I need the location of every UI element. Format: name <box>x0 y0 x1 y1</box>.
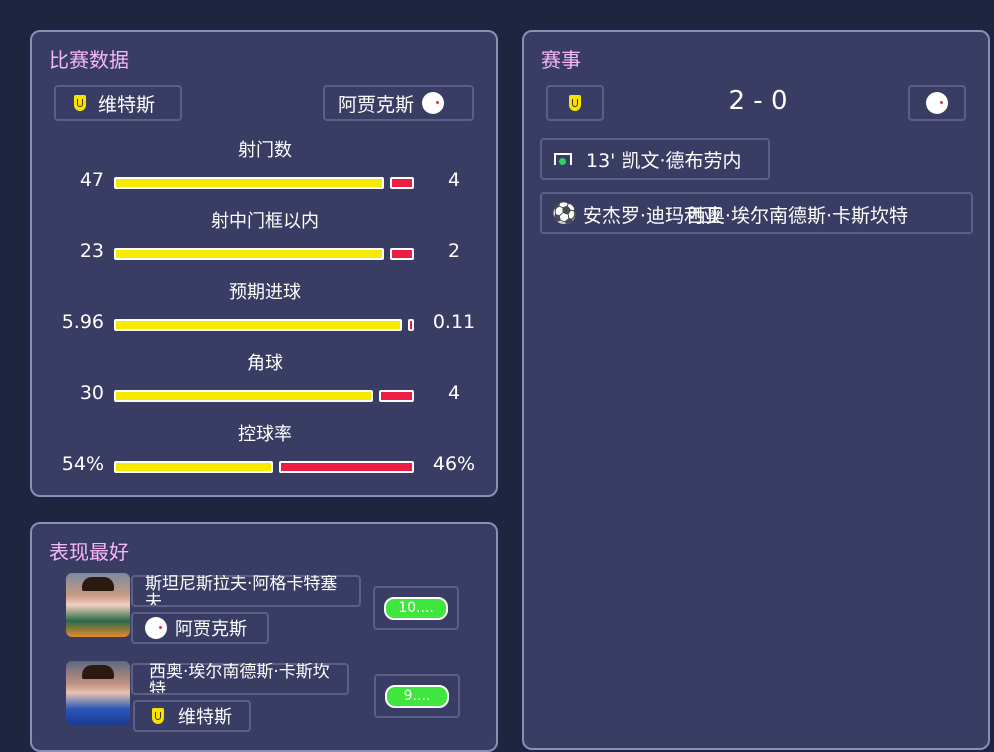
vitesse-badge-icon <box>152 708 164 724</box>
home-team-name: 维特斯 <box>98 93 156 116</box>
stat-away-value: 0.11 <box>432 311 476 333</box>
away-team-name: 阿贾克斯 <box>338 93 415 116</box>
stat-label: 预期进球 <box>229 282 301 303</box>
stat-home-value: 54% <box>61 453 104 475</box>
stat-away-value: 4 <box>447 382 461 404</box>
player-team-pill[interactable]: 维特斯 <box>133 700 251 732</box>
stat-away-bar <box>390 177 414 189</box>
stat-away-value: 2 <box>447 240 461 262</box>
stat-label: 射门数 <box>238 140 292 161</box>
player-name-pill: 西奥·埃尔南德斯·卡斯坎特 <box>131 663 349 695</box>
vitesse-badge-icon <box>569 95 581 111</box>
stat-home-value: 47 <box>79 169 104 191</box>
stat-label: 射中门框以内 <box>211 211 319 232</box>
stat-away-bar <box>279 461 414 473</box>
ajax-badge-icon <box>926 92 948 114</box>
match-stats-title: 比赛数据 <box>49 48 129 72</box>
stat-label: 角球 <box>247 353 283 374</box>
best-performers-panel: 表现最好 斯坦尼斯拉夫·阿格卡特塞夫 阿贾克斯 10.... 西奥·埃尔南德斯·… <box>30 522 498 752</box>
player-name-pill: 斯坦尼斯拉夫·阿格卡特塞夫 <box>131 575 361 607</box>
match-score: 2 - 0 <box>728 86 788 116</box>
stat-home-bar <box>114 248 384 260</box>
player-avatar[interactable] <box>66 661 130 725</box>
event-item-substitution[interactable]: ⚽ 安杰罗·迪玛利亚 西奥·埃尔南德斯·卡斯坎特 <box>540 192 973 234</box>
soccer-ball-icon: ⚽ <box>552 201 577 225</box>
events-title: 赛事 <box>541 48 581 72</box>
stat-home-bar <box>114 390 373 402</box>
goal-net-icon <box>554 153 572 165</box>
rating-pill[interactable]: 9.... <box>374 674 460 718</box>
away-team-badge-pill[interactable] <box>908 85 966 121</box>
stat-home-bar <box>114 177 384 189</box>
rating-pill[interactable]: 10.... <box>373 586 459 630</box>
stat-away-bar <box>390 248 414 260</box>
stat-away-bar <box>379 390 414 402</box>
home-team-pill[interactable]: 维特斯 <box>54 85 182 121</box>
player-rating: 9.... <box>385 684 449 708</box>
event-player-in: 西奥·埃尔南德斯·卡斯坎特 <box>686 205 908 227</box>
stat-home-value: 23 <box>79 240 104 262</box>
stat-home-value: 30 <box>79 382 104 404</box>
stat-label: 控球率 <box>238 424 292 445</box>
player-team-name: 维特斯 <box>178 707 232 728</box>
away-team-pill[interactable]: 阿贾克斯 <box>323 85 474 121</box>
stat-home-value: 5.96 <box>61 311 104 333</box>
match-stats-panel: 比赛数据 维特斯 阿贾克斯 射门数 47 4 射中门框以内 23 2 预期进球 5.96 0.1… <box>30 30 498 497</box>
home-team-badge-pill[interactable] <box>546 85 604 121</box>
player-rating: 10.... <box>384 596 448 620</box>
player-team-name: 阿贾克斯 <box>175 619 247 640</box>
event-goal-text: 13' 凯文·德布劳内 <box>586 149 742 172</box>
best-performers-title: 表现最好 <box>49 540 129 564</box>
ajax-badge-icon <box>422 92 445 114</box>
player-team-pill[interactable]: 阿贾克斯 <box>131 612 269 644</box>
stat-home-bar <box>114 461 273 473</box>
events-panel: 赛事 2 - 0 13' 凯文·德布劳内 ⚽ 安杰罗·迪玛利亚 西奥·埃尔南德斯… <box>522 30 990 750</box>
player-name: 西奥·埃尔南德斯·卡斯坎特 <box>149 663 330 693</box>
event-item-goal[interactable]: 13' 凯文·德布劳内 <box>540 138 770 180</box>
stat-away-bar <box>408 319 414 331</box>
stat-home-bar <box>114 319 402 331</box>
ajax-badge-icon <box>145 617 167 639</box>
player-name: 斯坦尼斯拉夫·阿格卡特塞夫 <box>145 575 338 605</box>
stat-away-value: 46% <box>432 453 476 475</box>
player-avatar[interactable] <box>66 573 130 637</box>
stat-away-value: 4 <box>447 169 461 191</box>
vitesse-badge-icon <box>74 95 86 111</box>
